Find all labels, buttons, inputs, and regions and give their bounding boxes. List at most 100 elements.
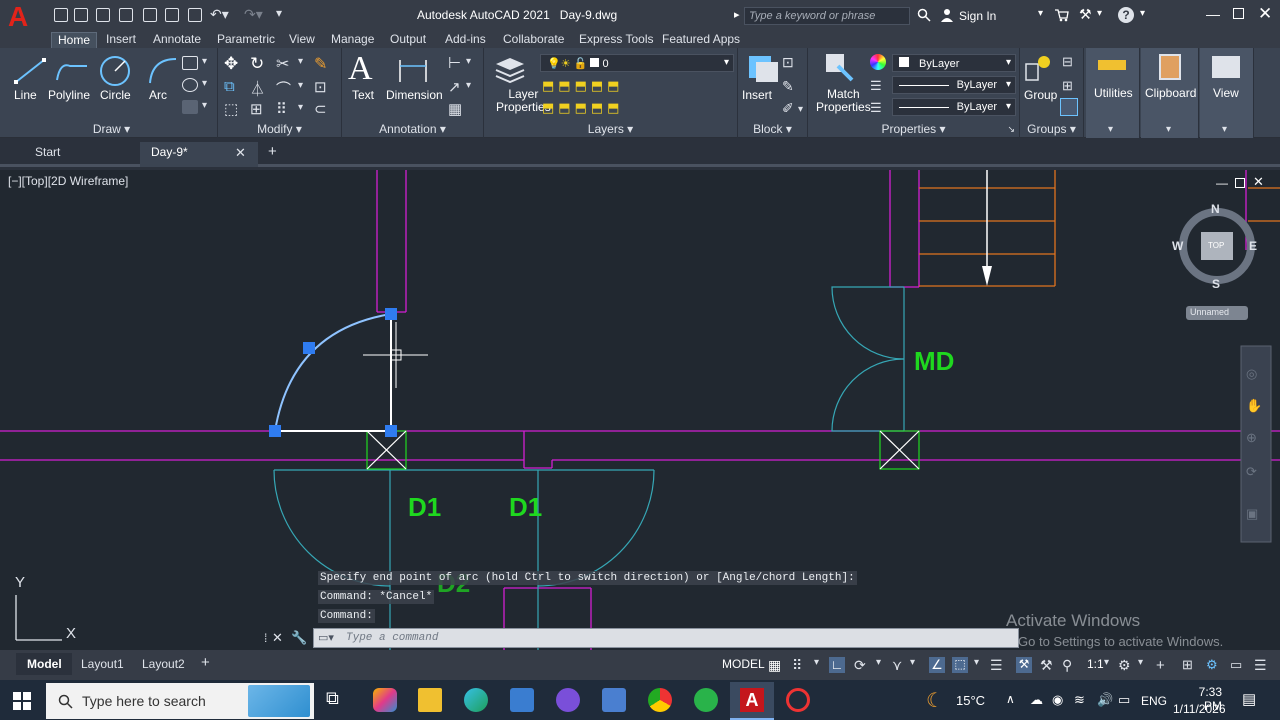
rectangle-dropdown-icon[interactable]: ▾ [202, 56, 207, 67]
tab-featured-apps[interactable]: Featured Apps [656, 32, 746, 48]
object-snap-dropdown-icon[interactable]: ▾ [974, 657, 990, 673]
sign-in-dropdown-icon[interactable]: ▾ [1038, 8, 1043, 19]
taskbar-search-input[interactable]: Type here to search [46, 683, 314, 719]
quick-properties-icon[interactable]: ⚙ [1206, 657, 1222, 673]
viewcube-top-face[interactable]: TOP [1208, 241, 1224, 250]
orbit-icon[interactable]: ⟳ [1246, 464, 1257, 480]
scale-icon[interactable]: ⊞ [250, 100, 263, 118]
viewport-minimize-icon[interactable]: — [1216, 176, 1228, 190]
open-icon[interactable] [74, 8, 88, 22]
mirror-icon[interactable]: ⏃ [250, 78, 265, 99]
weather-icon[interactable]: ☾ [926, 688, 950, 712]
tray-overflow-icon[interactable]: ∧ [1006, 692, 1015, 706]
grip-center[interactable] [385, 425, 397, 437]
clean-screen-icon[interactable]: ▭ [1230, 657, 1246, 673]
draw-panel-label[interactable]: Draw ▾ [6, 122, 217, 136]
isodraft-dropdown-icon[interactable]: ▾ [910, 657, 926, 673]
maximize-icon[interactable] [1233, 8, 1244, 19]
match-properties-button[interactable]: Match Properties [816, 88, 871, 114]
clipboard-dropdown-icon[interactable]: ▾ [1166, 124, 1171, 135]
view-dropdown-icon[interactable]: ▾ [1222, 124, 1227, 135]
layers-panel-label[interactable]: Layers ▾ [484, 122, 737, 136]
command-close-icon[interactable]: ✕ [272, 630, 283, 646]
language-indicator[interactable]: ENG [1141, 694, 1167, 708]
windows-start-icon[interactable] [13, 692, 31, 710]
viewport-controls-label[interactable]: [−][Top][2D Wireframe] [8, 174, 128, 188]
steering-wheel-icon[interactable]: ◎ [1246, 366, 1257, 382]
grip-end[interactable] [385, 308, 397, 320]
stretch-icon[interactable]: ⬚ [224, 100, 238, 118]
command-prompt-icon[interactable]: ▭▾ [318, 631, 334, 644]
customization-icon[interactable]: ☰ [1254, 657, 1270, 673]
autocad-taskbar-button[interactable]: A [730, 682, 774, 720]
offset-icon[interactable]: ⊂ [314, 100, 327, 118]
open-web-icon[interactable] [143, 8, 157, 22]
isodraft-icon[interactable]: ⋎ [892, 657, 908, 673]
help-dropdown-icon[interactable]: ▾ [1140, 8, 1145, 19]
match-properties-icon[interactable] [824, 52, 854, 84]
compass-south[interactable]: S [1212, 277, 1220, 291]
search-icon[interactable] [917, 8, 931, 22]
viewport-close-icon[interactable]: ✕ [1253, 174, 1264, 190]
view-panel[interactable]: View ▾ [1200, 48, 1254, 138]
create-block-icon[interactable]: ⊡ [782, 54, 794, 71]
linetype-icon[interactable]: ☰ [870, 100, 882, 116]
annotation-scale[interactable]: 1:1 [1087, 657, 1104, 671]
annotation-monitor-icon[interactable]: + [1156, 657, 1172, 674]
compass-west[interactable]: W [1172, 239, 1183, 253]
layout-tab-model[interactable]: Model [27, 657, 62, 671]
tab-insert[interactable]: Insert [100, 32, 142, 48]
fillet-dropdown-icon[interactable]: ▾ [298, 80, 303, 91]
battery-tray-icon[interactable]: ▭ [1118, 692, 1130, 708]
explode-icon[interactable]: ⊡ [314, 78, 327, 96]
properties-panel-label[interactable]: Properties ▾ [808, 122, 1019, 136]
block-attribute-dropdown-icon[interactable]: ▾ [798, 104, 803, 115]
layer-tools-row2-icon[interactable]: ⬒⬒⬒⬒⬒ [542, 100, 623, 116]
exchange-apps-icon[interactable]: ⚒ [1079, 6, 1092, 23]
ellipse-dropdown-icon[interactable]: ▾ [202, 78, 207, 89]
dimension-button[interactable]: Dimension [386, 88, 443, 102]
help-search-input[interactable]: Type a keyword or phrase [744, 7, 910, 25]
erase-icon[interactable]: ✎ [314, 54, 327, 74]
zoom-icon[interactable]: ⊕ [1246, 430, 1257, 446]
copy-icon[interactable]: ⧉ [224, 78, 235, 95]
group-selection-icon[interactable] [1060, 98, 1078, 116]
ungroup-icon[interactable]: ⊟ [1062, 54, 1073, 70]
circle-button[interactable]: Circle [100, 88, 131, 102]
rotate-icon[interactable]: ↻ [250, 54, 264, 74]
file-explorer-icon[interactable] [418, 688, 442, 712]
line-icon[interactable] [14, 56, 46, 86]
showmotion-icon[interactable]: ▣ [1246, 506, 1258, 522]
snap-icon[interactable]: ⠿ [792, 657, 808, 673]
tab-view[interactable]: View [283, 32, 321, 48]
layer-tools-row1-icon[interactable]: ⬒⬒⬒⬒⬒ [542, 78, 623, 94]
add-layout-icon[interactable]: + [201, 654, 210, 671]
layout-tab-layout1[interactable]: Layout1 [81, 657, 124, 671]
ortho-icon[interactable]: ∟ [829, 657, 845, 673]
task-view-icon[interactable]: ⧉ [326, 688, 350, 712]
weather-temperature[interactable]: 15°C [956, 693, 985, 708]
new-icon[interactable] [54, 8, 68, 22]
polar-dropdown-icon[interactable]: ▾ [876, 657, 892, 673]
remote-desktop-icon[interactable] [602, 688, 626, 712]
exchange-dropdown-icon[interactable]: ▾ [1097, 8, 1102, 19]
arc-button[interactable]: Arc [149, 88, 167, 102]
lineweight-display-icon[interactable]: ☰ [990, 657, 1006, 673]
multileader-icon[interactable]: ↗ [448, 78, 461, 96]
workspace-gear-icon[interactable]: ⚙ [1118, 657, 1134, 673]
grip-start[interactable] [269, 425, 281, 437]
table-icon[interactable]: ▦ [448, 100, 462, 118]
layer-dropdown[interactable]: 💡☀ 🔓 0 ▾ [540, 54, 734, 72]
polyline-icon[interactable] [54, 56, 90, 86]
wifi-tray-icon[interactable]: ≋ [1074, 692, 1085, 708]
properties-launcher-icon[interactable]: ↘ [1007, 124, 1015, 135]
search-expand-icon[interactable]: ▸ [734, 8, 740, 21]
autocad-logo-icon[interactable]: A [8, 3, 38, 31]
save-as-icon[interactable] [119, 8, 133, 22]
viewport-restore-icon[interactable] [1235, 178, 1245, 188]
tab-manage[interactable]: Manage [325, 32, 380, 48]
circle-icon[interactable] [99, 55, 131, 87]
color-wheel-icon[interactable] [870, 54, 886, 70]
leader-icon[interactable]: ⊢ [448, 54, 461, 72]
edit-block-icon[interactable]: ✎ [782, 78, 794, 95]
